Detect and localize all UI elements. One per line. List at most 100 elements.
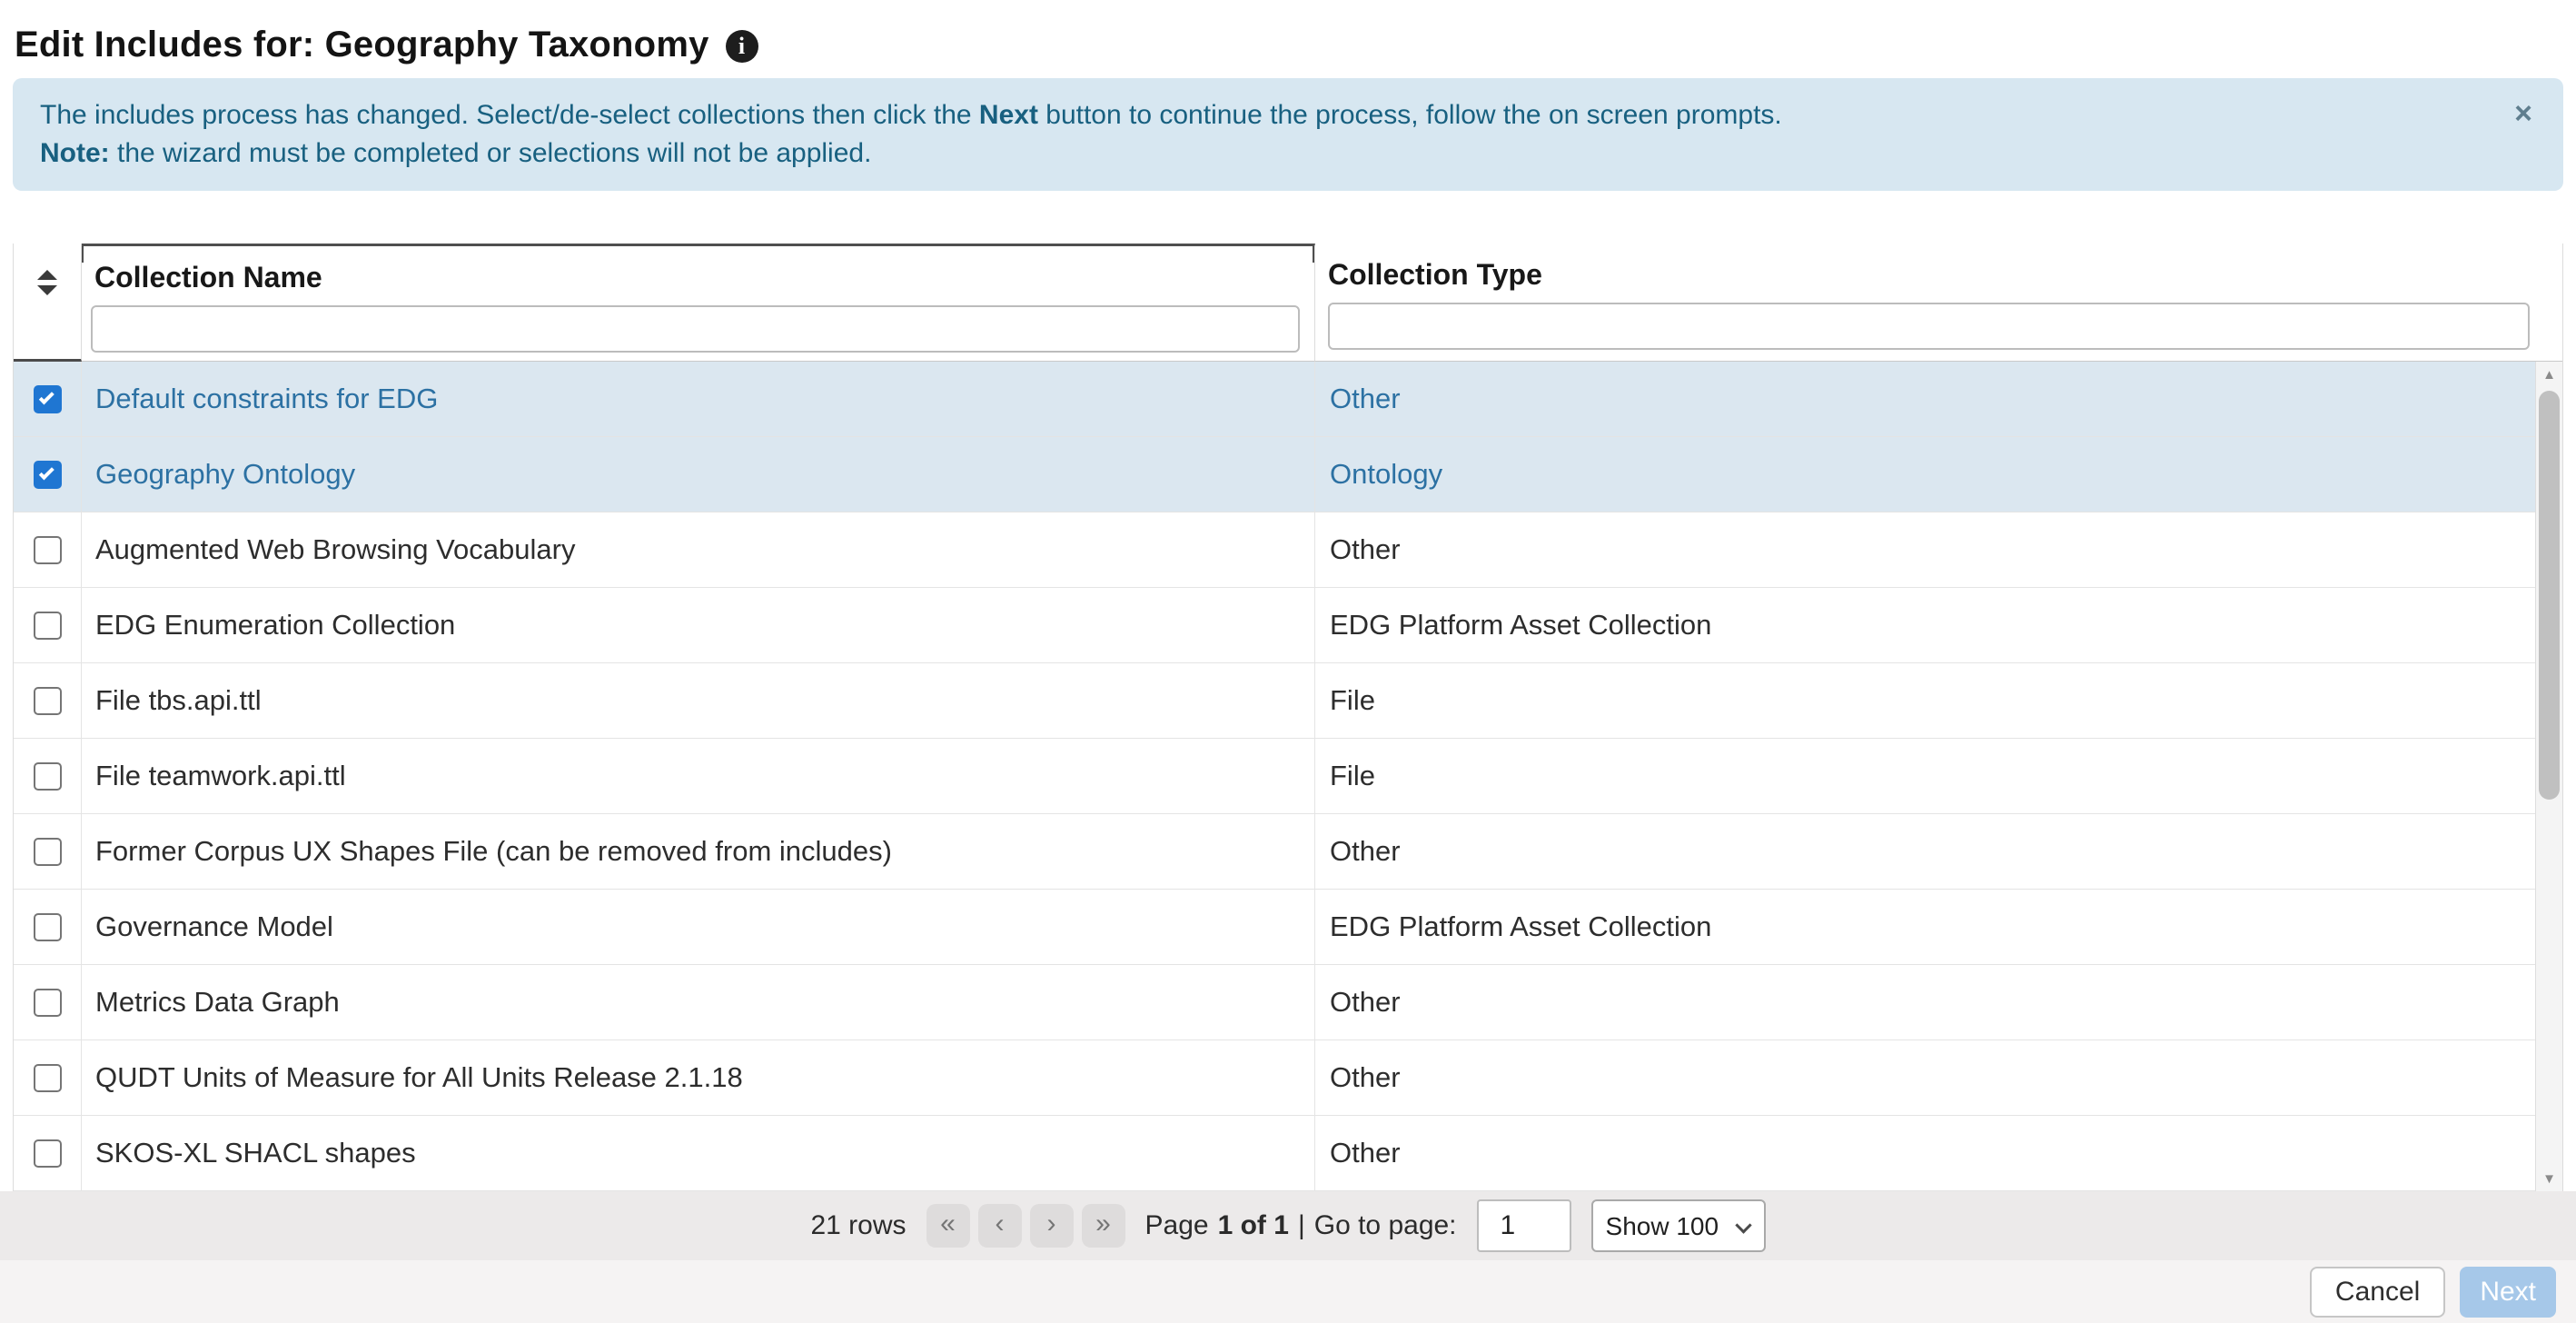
prev-page-button[interactable]: ‹ bbox=[977, 1204, 1022, 1248]
collection-type-header-label[interactable]: Collection Type bbox=[1315, 244, 2562, 299]
page-size-select-wrap: Show 100 bbox=[1590, 1199, 1766, 1252]
page-size-select[interactable]: Show 100 bbox=[1592, 1201, 1764, 1250]
collection-type-cell: EDG Platform Asset Collection bbox=[1330, 609, 1712, 641]
row-checkbox[interactable] bbox=[33, 686, 62, 715]
row-checkbox-cell bbox=[14, 1040, 82, 1115]
pager-buttons: « ‹ › » bbox=[926, 1204, 1125, 1248]
collection-name-cell: Governance Model bbox=[82, 890, 1315, 964]
row-checkbox[interactable] bbox=[33, 988, 62, 1017]
table-rows: Default constraints for EDG Other Geogra… bbox=[14, 362, 2535, 1191]
info-icon[interactable]: i bbox=[725, 30, 758, 63]
row-checkbox-cell bbox=[14, 1116, 82, 1190]
collection-name-cell: EDG Enumeration Collection bbox=[82, 588, 1315, 662]
collection-type-cell: Other bbox=[1330, 533, 1401, 565]
info-banner: The includes process has changed. Select… bbox=[13, 78, 2563, 191]
collection-name-cell: Former Corpus UX Shapes File (can be rem… bbox=[82, 814, 1315, 889]
table-header: Collection Name Collection Type bbox=[14, 244, 2562, 362]
collection-type-cell: Other bbox=[1330, 1137, 1401, 1169]
collection-type-cell: EDG Platform Asset Collection bbox=[1330, 910, 1712, 942]
collection-type-cell: Other bbox=[1330, 835, 1401, 867]
row-checkbox-cell bbox=[14, 437, 82, 512]
banner-line-2: Note: the wizard must be completed or se… bbox=[40, 134, 2491, 173]
cancel-button[interactable]: Cancel bbox=[2309, 1267, 2446, 1318]
collection-name-cell: Augmented Web Browsing Vocabulary bbox=[82, 512, 1315, 587]
table-row[interactable]: Metrics Data Graph Other bbox=[14, 965, 2535, 1040]
edit-includes-dialog: Edit Includes for: Geography Taxonomy i … bbox=[0, 0, 2576, 1323]
collection-name-cell: QUDT Units of Measure for All Units Rele… bbox=[82, 1040, 1315, 1115]
row-checkbox-cell bbox=[14, 362, 82, 436]
collection-name-cell: SKOS-XL SHACL shapes bbox=[82, 1116, 1315, 1190]
collection-type-cell: File bbox=[1330, 760, 1375, 791]
sort-column-header[interactable] bbox=[14, 244, 82, 362]
page-info: Page 1 of 1 | Go to page: bbox=[1145, 1210, 1457, 1241]
goto-page-input[interactable] bbox=[1476, 1199, 1571, 1252]
check-icon bbox=[38, 464, 54, 481]
row-checkbox[interactable] bbox=[33, 761, 62, 791]
table-row[interactable]: Former Corpus UX Shapes File (can be rem… bbox=[14, 814, 2535, 890]
table-row[interactable]: Augmented Web Browsing Vocabulary Other bbox=[14, 512, 2535, 588]
collection-name-cell: Metrics Data Graph bbox=[82, 965, 1315, 1040]
banner-line-1: The includes process has changed. Select… bbox=[40, 96, 2491, 134]
page-label: Page bbox=[1144, 1210, 1209, 1240]
row-checkbox[interactable] bbox=[33, 611, 62, 640]
page-title: Edit Includes for: Geography Taxonomy bbox=[15, 24, 709, 65]
sort-icon[interactable] bbox=[35, 269, 59, 296]
row-checkbox[interactable] bbox=[33, 535, 62, 564]
check-icon bbox=[38, 389, 54, 405]
collections-table: Collection Name Collection Type Default … bbox=[13, 244, 2563, 1191]
table-row[interactable]: File tbs.api.ttl File bbox=[14, 663, 2535, 739]
collection-name-header-label[interactable]: Collection Name bbox=[82, 246, 1314, 302]
scrollbar-thumb[interactable] bbox=[2539, 391, 2560, 800]
row-checkbox-cell bbox=[14, 739, 82, 813]
banner-close-icon[interactable]: × bbox=[2514, 98, 2532, 129]
collection-type-column-header: Collection Type bbox=[1315, 244, 2562, 362]
row-checkbox[interactable] bbox=[33, 837, 62, 866]
collection-type-cell: Ontology bbox=[1330, 458, 1443, 490]
collection-type-cell: File bbox=[1330, 684, 1375, 716]
table-row[interactable]: QUDT Units of Measure for All Units Rele… bbox=[14, 1040, 2535, 1116]
page-value: 1 of 1 bbox=[1217, 1210, 1289, 1240]
banner-text: button to continue the process, follow t… bbox=[1037, 100, 1782, 130]
first-page-button[interactable]: « bbox=[926, 1204, 970, 1248]
page-separator: | bbox=[1297, 1210, 1305, 1240]
last-page-button[interactable]: » bbox=[1081, 1204, 1125, 1248]
banner-text: The includes process has changed. Select… bbox=[40, 100, 979, 130]
scroll-up-icon[interactable]: ▲ bbox=[2536, 362, 2562, 387]
banner-bold-next: Next bbox=[978, 100, 1038, 130]
collection-type-cell: Other bbox=[1330, 1061, 1401, 1093]
collection-name-cell: File teamwork.api.ttl bbox=[82, 739, 1315, 813]
table-row[interactable]: Geography Ontology Ontology bbox=[14, 437, 2535, 512]
pagination-bar: 21 rows « ‹ › » Page 1 of 1 | Go to page… bbox=[0, 1191, 2576, 1260]
rows-count-label: 21 rows bbox=[810, 1210, 907, 1240]
row-checkbox-cell bbox=[14, 512, 82, 587]
collection-type-filter-input[interactable] bbox=[1328, 303, 2530, 350]
row-checkbox[interactable] bbox=[33, 1063, 62, 1092]
row-checkbox[interactable] bbox=[33, 912, 62, 941]
next-page-button[interactable]: › bbox=[1029, 1204, 1074, 1248]
collection-name-cell: File tbs.api.ttl bbox=[82, 663, 1315, 738]
row-checkbox-cell bbox=[14, 814, 82, 889]
collection-type-cell: Other bbox=[1330, 986, 1401, 1018]
table-row[interactable]: SKOS-XL SHACL shapes Other bbox=[14, 1116, 2535, 1191]
table-body: Default constraints for EDG Other Geogra… bbox=[14, 362, 2562, 1191]
row-checkbox[interactable] bbox=[33, 384, 62, 413]
table-row[interactable]: Default constraints for EDG Other bbox=[14, 362, 2535, 437]
collection-name-column-header: Collection Name bbox=[82, 244, 1315, 362]
goto-page-label: Go to page: bbox=[1313, 1210, 1457, 1240]
banner-bold-note: Note: bbox=[40, 138, 110, 168]
scroll-down-icon[interactable]: ▼ bbox=[2536, 1166, 2562, 1191]
table-row[interactable]: EDG Enumeration Collection EDG Platform … bbox=[14, 588, 2535, 663]
row-checkbox[interactable] bbox=[33, 1139, 62, 1168]
row-checkbox-cell bbox=[14, 890, 82, 964]
table-row[interactable]: Governance Model EDG Platform Asset Coll… bbox=[14, 890, 2535, 965]
collection-name-filter-input[interactable] bbox=[91, 305, 1300, 353]
row-checkbox[interactable] bbox=[33, 460, 62, 489]
vertical-scrollbar[interactable]: ▲ ▼ bbox=[2535, 362, 2562, 1191]
collection-name-cell: Geography Ontology bbox=[82, 437, 1315, 512]
banner-text: the wizard must be completed or selectio… bbox=[109, 138, 872, 168]
collection-type-cell: Other bbox=[1330, 383, 1401, 414]
next-button[interactable]: Next bbox=[2460, 1267, 2556, 1318]
dialog-action-bar: Cancel Next bbox=[0, 1260, 2576, 1323]
table-row[interactable]: File teamwork.api.ttl File bbox=[14, 739, 2535, 814]
row-checkbox-cell bbox=[14, 588, 82, 662]
